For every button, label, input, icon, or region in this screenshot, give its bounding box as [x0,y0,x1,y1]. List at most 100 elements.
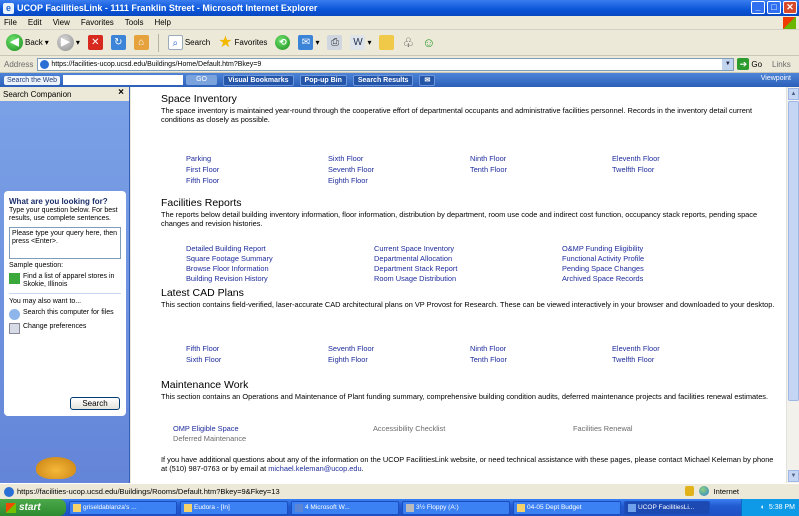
search-web-label[interactable]: Search the Web [4,75,61,85]
link-cad-eleventh-floor[interactable]: Eleventh Floor [612,344,660,353]
popup-bin-button[interactable]: Pop-up Bin [299,74,347,86]
link-cad-ninth-floor[interactable]: Ninth Floor [470,344,506,353]
link-eighth-floor[interactable]: Eighth Floor [328,176,368,185]
link-square-footage-summary[interactable]: Square Footage Summary [186,254,273,263]
link-tenth-floor[interactable]: Tenth Floor [470,165,507,174]
address-input[interactable]: https://facilities-ucop.ucsd.edu/Buildin… [37,57,735,71]
close-button[interactable]: ✕ [783,1,797,14]
clock[interactable]: 5:38 PM [769,504,795,511]
email-link[interactable]: michael.keleman@ucop.edu [268,464,361,473]
companion-search-button[interactable]: Search [70,397,120,410]
search-go-button[interactable]: GO [186,75,217,85]
link-departmental-allocation[interactable]: Departmental Allocation [374,254,452,263]
link-first-floor[interactable]: First Floor [186,165,219,174]
section-title: Space Inventory [161,93,237,105]
links-button[interactable]: Links [772,60,791,69]
task-floppy[interactable]: 3½ Floppy (A:) [402,500,510,515]
section-description: The reports below detail building invent… [161,210,758,228]
search-button[interactable]: ⌕ Search [166,33,212,53]
viewpoint-button[interactable]: Viewpoint [761,75,791,82]
refresh-button[interactable]: ↻ [109,33,128,53]
close-icon[interactable]: × [118,87,124,98]
address-dropdown-icon[interactable]: ▼ [722,58,734,70]
print-button[interactable]: ⎙ [325,33,344,53]
dropdown-arrow-icon[interactable]: ▾ [76,38,80,47]
link-twelfth-floor[interactable]: Twelfth Floor [612,165,654,174]
research-button[interactable]: ♧ [400,33,416,53]
task-word[interactable]: 4 Microsoft W... [291,500,399,515]
menu-favorites[interactable]: Favorites [81,18,114,27]
task-dept-budget[interactable]: 04-05 Dept Budget [513,500,621,515]
mail-button[interactable]: ✉ ▾ [296,33,321,53]
menu-view[interactable]: View [53,18,70,27]
task-eudora[interactable]: Eudora - [In] [180,500,288,515]
task-yahoo[interactable]: griseldablanza's ... [69,500,177,515]
back-button[interactable]: ◀ Back ▾ [4,33,51,53]
link-department-stack-report[interactable]: Department Stack Report [374,264,457,273]
menu-help[interactable]: Help [154,18,170,27]
scroll-thumb[interactable] [788,101,799,401]
sample-question-link[interactable]: Find a list of apparel stores in Skokie,… [9,273,121,289]
tray-icon[interactable]: ◐ [761,504,765,511]
search-results-button[interactable]: Search Results [352,74,414,86]
link-cad-fifth-floor[interactable]: Fifth Floor [186,344,219,353]
link-omp-funding-eligibility[interactable]: O&MP Funding Eligibility [562,244,643,253]
home-button[interactable]: ⌂ [132,33,151,53]
link-cad-seventh-floor[interactable]: Seventh Floor [328,344,374,353]
link-functional-activity-profile[interactable]: Functional Activity Profile [562,254,644,263]
messenger-button[interactable]: ☺ [420,33,437,53]
vertical-scrollbar[interactable]: ▲ ▼ [786,87,799,483]
history-button[interactable]: ⟲ [273,33,292,53]
start-button[interactable]: start [0,499,66,516]
link-cad-twelfth-floor[interactable]: Twelfth Floor [612,355,654,364]
mail-icon[interactable]: ✉ [419,74,436,86]
link-browse-floor-information[interactable]: Browse Floor Information [186,264,269,273]
change-preferences-link[interactable]: Change preferences [9,323,121,334]
forward-button[interactable]: ▶ ▾ [55,33,82,53]
link-archived-space-records[interactable]: Archived Space Records [562,274,643,283]
link-detailed-building-report[interactable]: Detailed Building Report [186,244,266,253]
link-deferred-maintenance[interactable]: Deferred Maintenance [173,434,246,443]
link-pending-space-changes[interactable]: Pending Space Changes [562,264,644,273]
scroll-down-icon[interactable]: ▼ [788,470,799,482]
search-computer-link[interactable]: Search this computer for files [9,309,121,320]
dropdown-arrow-icon[interactable]: ▾ [315,38,319,47]
link-cad-sixth-floor[interactable]: Sixth Floor [186,355,221,364]
edit-button[interactable]: W ▾ [348,33,373,53]
folder-button[interactable] [377,33,396,53]
search-dog-character-icon[interactable] [36,457,76,479]
link-omp-eligible-space[interactable]: OMP Eligible Space [173,424,239,433]
window-title-bar[interactable]: e UCOP FacilitiesLink - 1111 Franklin St… [0,0,799,16]
stop-icon: ✕ [87,35,103,50]
favorites-button[interactable]: ★ Favorites [216,33,269,53]
link-seventh-floor[interactable]: Seventh Floor [328,165,374,174]
section-title: Latest CAD Plans [161,287,244,299]
minimize-button[interactable]: _ [751,1,765,14]
link-current-space-inventory[interactable]: Current Space Inventory [374,244,454,253]
link-accessibility-checklist[interactable]: Accessibility Checklist [373,424,445,433]
search-web-input[interactable] [63,75,184,85]
link-sixth-floor[interactable]: Sixth Floor [328,154,363,163]
link-ninth-floor[interactable]: Ninth Floor [470,154,506,163]
maximize-button[interactable]: □ [767,1,781,14]
link-cad-tenth-floor[interactable]: Tenth Floor [470,355,507,364]
menu-file[interactable]: File [4,18,17,27]
task-ucop-facilitieslink[interactable]: UCOP FacilitiesLi... [624,500,710,515]
link-cad-eighth-floor[interactable]: Eighth Floor [328,355,368,364]
link-fifth-floor[interactable]: Fifth Floor [186,176,219,185]
dropdown-arrow-icon[interactable]: ▾ [45,38,49,47]
link-parking[interactable]: Parking [186,154,211,163]
link-facilities-renewal[interactable]: Facilities Renewal [573,424,633,433]
ie-icon [628,503,636,512]
scroll-up-icon[interactable]: ▲ [788,88,799,100]
dropdown-arrow-icon[interactable]: ▾ [367,38,371,47]
menu-edit[interactable]: Edit [28,18,42,27]
link-building-revision-history[interactable]: Building Revision History [186,274,268,283]
go-button[interactable]: ➔ Go [737,58,762,70]
stop-button[interactable]: ✕ [86,33,105,53]
visual-bookmarks-button[interactable]: Visual Bookmarks [222,74,294,86]
link-room-usage-distribution[interactable]: Room Usage Distribution [374,274,456,283]
menu-tools[interactable]: Tools [125,18,144,27]
query-textarea[interactable]: Please type your query here, then press … [9,227,121,259]
link-eleventh-floor[interactable]: Eleventh Floor [612,154,660,163]
